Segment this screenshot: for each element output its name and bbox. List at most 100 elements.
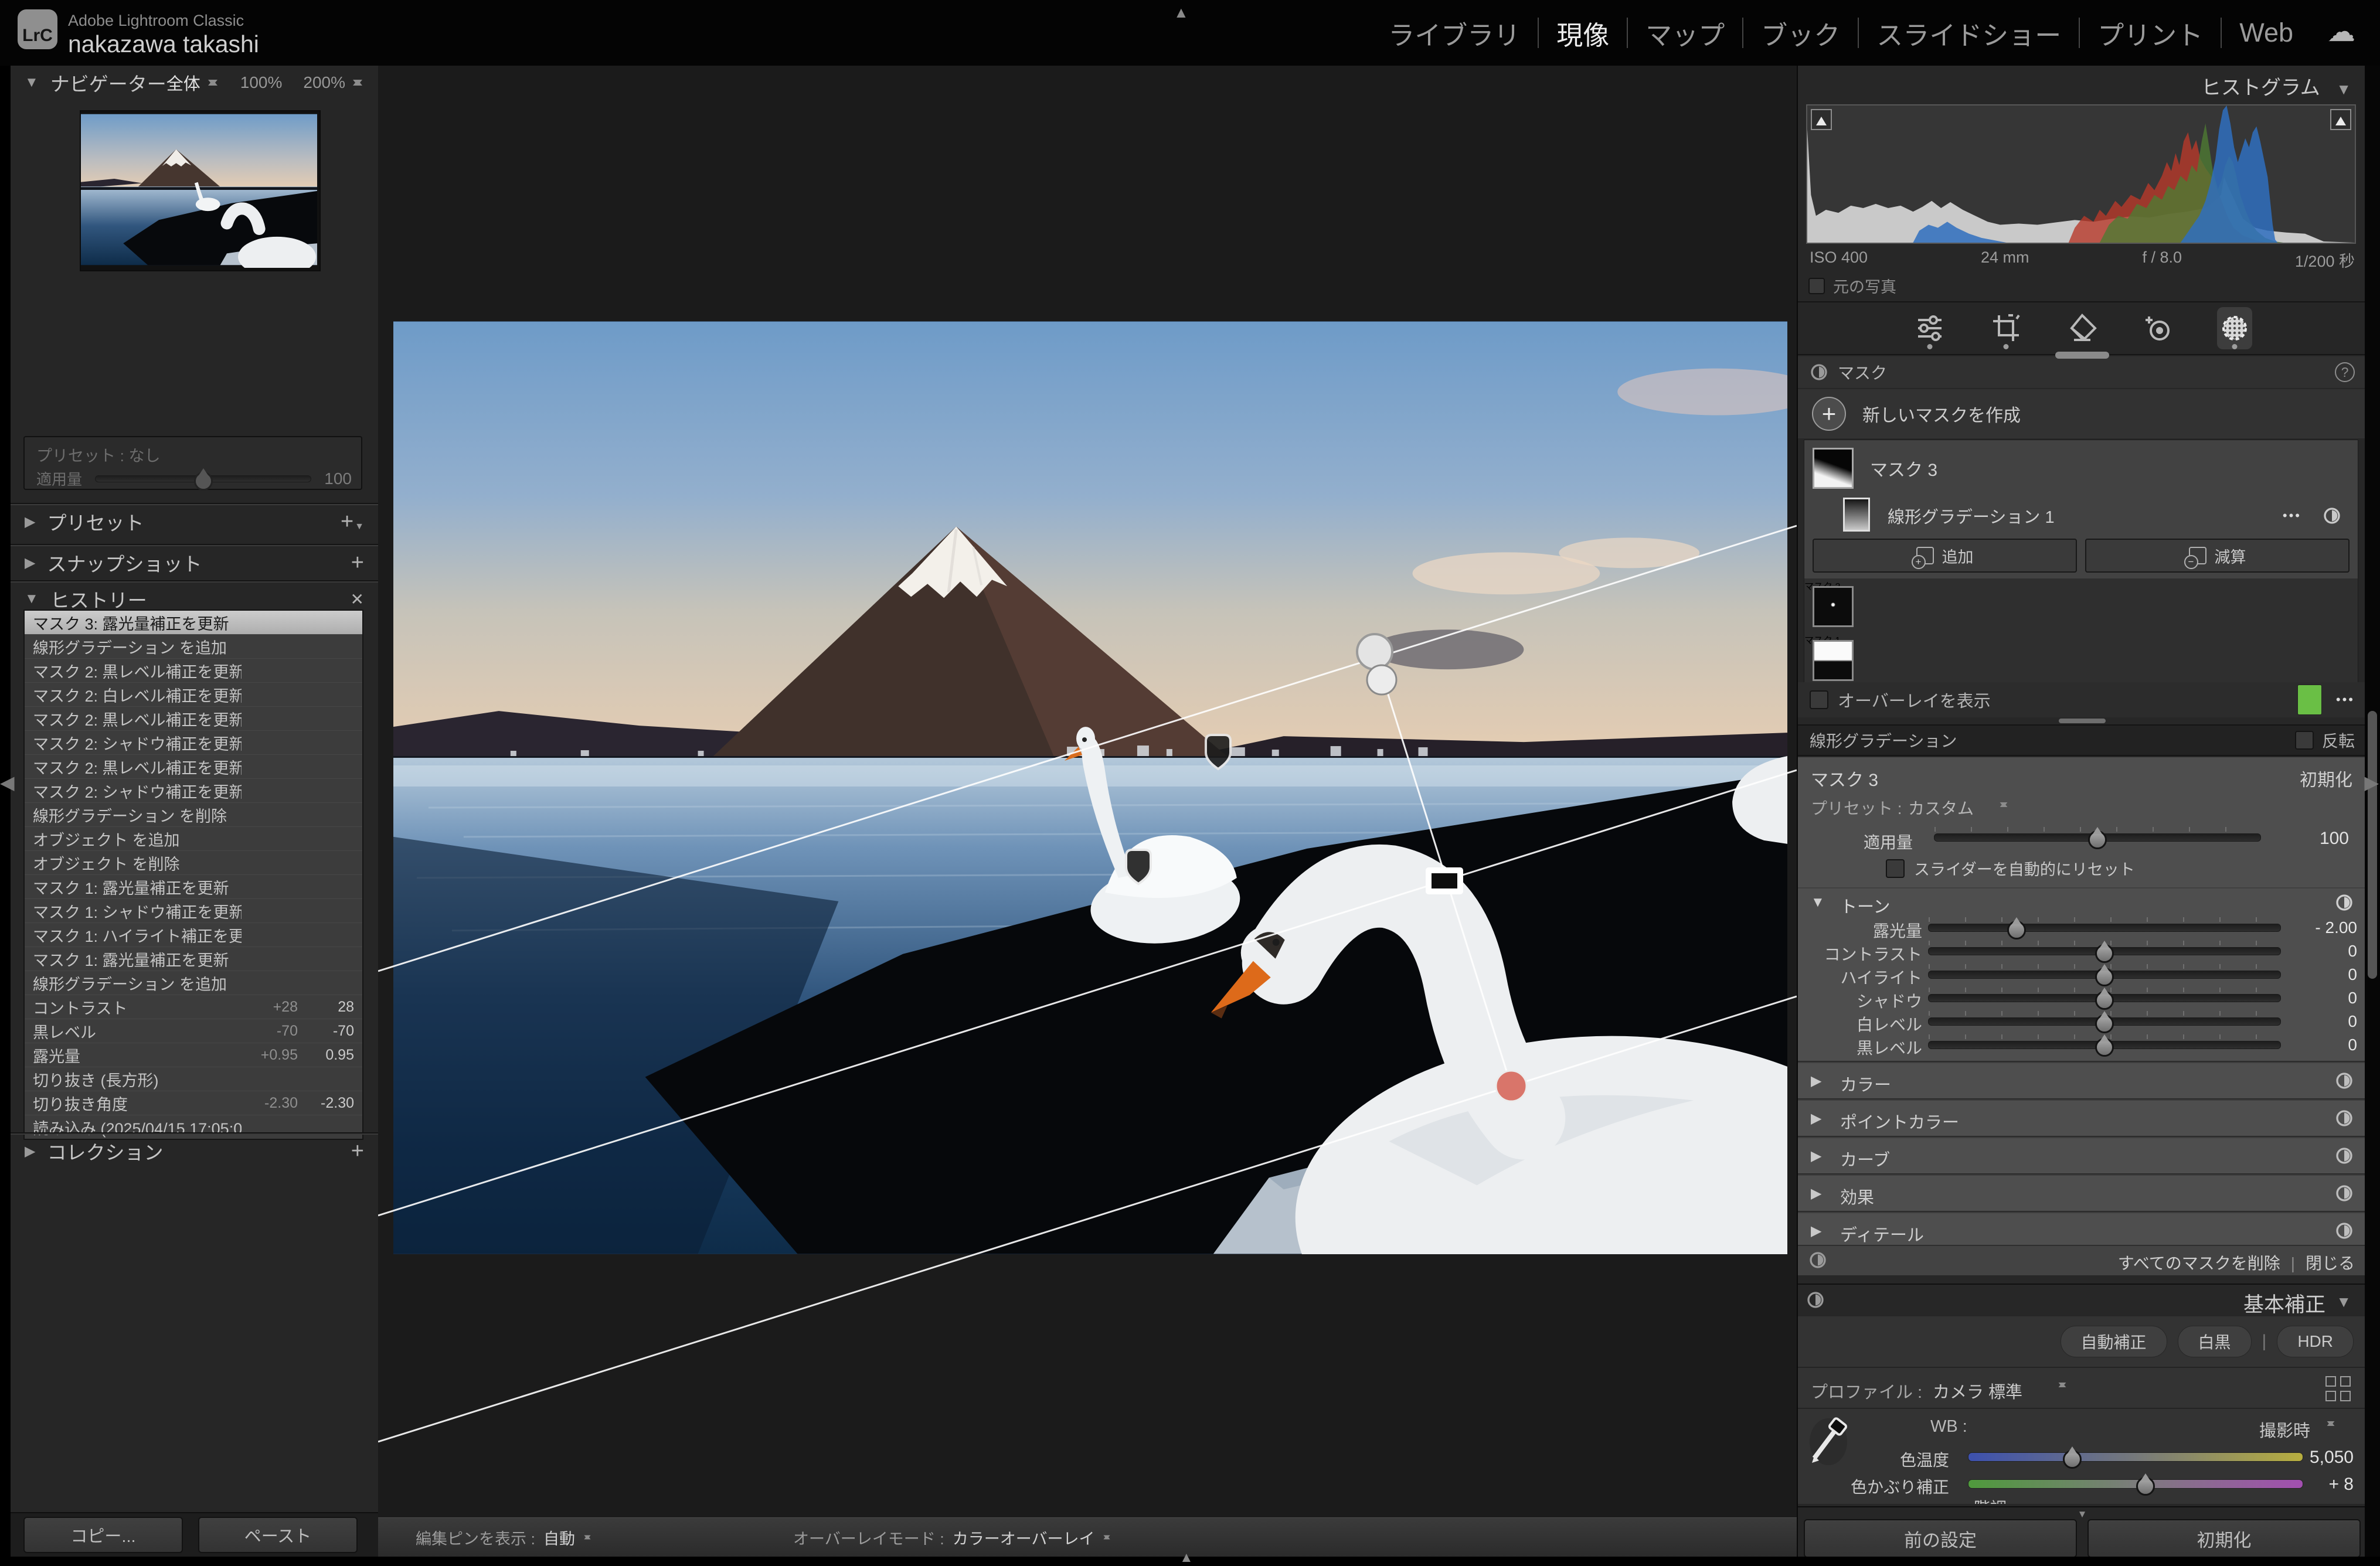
- history-item[interactable]: マスク 1: シャドウ補正を更新: [25, 899, 362, 923]
- temp-slider-track[interactable]: [1968, 1452, 2303, 1462]
- amount-slider-thumb[interactable]: [194, 472, 213, 491]
- history-item[interactable]: 切り抜き角度 -2.30 -2.30: [25, 1091, 362, 1115]
- history-item[interactable]: マスク 1: 露光量補正を更新: [25, 875, 362, 899]
- mask-amount-slider-track[interactable]: [1934, 833, 2261, 842]
- right-scrollbar[interactable]: [2365, 66, 2380, 1557]
- add-preset-button[interactable]: +: [341, 509, 353, 535]
- close-mask-button[interactable]: 閉じる: [2306, 1254, 2355, 1272]
- hdr-button[interactable]: HDR: [2277, 1326, 2354, 1357]
- expand-icon[interactable]: ▶: [1811, 1073, 1821, 1090]
- mask-reset-button[interactable]: 初期化: [2300, 765, 2352, 791]
- add-snapshot-button[interactable]: +: [351, 550, 364, 576]
- collapsed-section-header[interactable]: ▶ カラー: [1798, 1062, 2367, 1099]
- stepper-icon[interactable]: [206, 74, 219, 91]
- tint-slider-thumb[interactable]: [2136, 1477, 2155, 1496]
- mask-help-icon[interactable]: ?: [2335, 362, 2355, 382]
- invert-checkbox[interactable]: [2295, 731, 2314, 750]
- expand-icon[interactable]: ▶: [25, 513, 35, 530]
- show-edit-pins-value[interactable]: 自動: [543, 1526, 575, 1549]
- create-mask-plus-icon[interactable]: +: [1812, 397, 1846, 431]
- profile-browser-icon[interactable]: [2325, 1376, 2351, 1402]
- original-photo-checkbox[interactable]: [1808, 278, 1825, 294]
- history-item[interactable]: マスク 2: 黒レベル補正を更新: [25, 707, 362, 731]
- overlay-color-swatch[interactable]: [2297, 685, 2322, 715]
- highlight-clipping-indicator[interactable]: [2330, 109, 2351, 130]
- tint-slider-track[interactable]: [1968, 1479, 2303, 1489]
- stepper-icon[interactable]: [1998, 798, 2009, 812]
- module-tab[interactable]: ブック: [1742, 18, 1858, 48]
- navigator-preview[interactable]: [80, 110, 321, 271]
- stepper-icon[interactable]: [1103, 1531, 1111, 1544]
- section-eye-icon[interactable]: [2335, 1146, 2354, 1165]
- history-item[interactable]: オブジェクト を追加: [25, 827, 362, 851]
- cloud-sync-icon[interactable]: ☁: [2327, 15, 2355, 48]
- profile-value[interactable]: カメラ 標準: [1933, 1378, 2022, 1403]
- collapse-left-panel-arrow-icon[interactable]: ◀: [0, 771, 15, 794]
- navigator-fit-option[interactable]: 全体: [166, 70, 200, 95]
- reset-button[interactable]: 初期化: [2087, 1519, 2361, 1558]
- temp-slider-thumb[interactable]: [2063, 1450, 2082, 1469]
- show-overlay-checkbox[interactable]: [1810, 690, 1828, 709]
- histogram[interactable]: [1806, 104, 2356, 244]
- black-white-button[interactable]: 白黒: [2178, 1326, 2252, 1357]
- auto-tone-button[interactable]: 自動補正: [2061, 1326, 2167, 1357]
- mask-2-row[interactable]: マスク 2: [1804, 578, 2358, 632]
- history-item[interactable]: マスク 2: 白レベル補正を更新: [25, 683, 362, 707]
- photo-mount-fuji-swans[interactable]: [393, 321, 1787, 1254]
- history-item[interactable]: マスク 2: 黒レベル補正を更新: [25, 755, 362, 779]
- slider-thumb[interactable]: [2007, 921, 2026, 939]
- slider-track[interactable]: [1928, 1017, 2281, 1026]
- expand-icon[interactable]: ▶: [1811, 1223, 1821, 1240]
- mask-subtract-button[interactable]: − 減算: [2085, 539, 2350, 573]
- stepper-icon[interactable]: [2325, 1417, 2336, 1431]
- mask-panel-eye-icon[interactable]: [1810, 363, 1828, 382]
- red-eye-tool[interactable]: [2141, 307, 2176, 349]
- stepper-icon[interactable]: [583, 1531, 591, 1544]
- expand-icon[interactable]: ▶: [1811, 1185, 1821, 1202]
- more-options-icon[interactable]: •••: [2283, 508, 2301, 523]
- mask-1-thumbnail[interactable]: [1813, 640, 1854, 681]
- overlay-options-icon[interactable]: •••: [2336, 692, 2355, 707]
- wb-value[interactable]: 撮影時: [2259, 1417, 2310, 1442]
- add-collection-button[interactable]: +: [351, 1139, 364, 1164]
- history-item[interactable]: マスク 2: シャドウ補正を更新: [25, 731, 362, 755]
- module-tab[interactable]: マップ: [1627, 18, 1742, 48]
- expand-icon[interactable]: ▶: [1811, 1148, 1821, 1165]
- tone-eye-icon[interactable]: [2335, 893, 2354, 912]
- section-eye-icon[interactable]: [2335, 1184, 2354, 1203]
- add-preset-menu-icon[interactable]: ▼: [355, 522, 364, 532]
- history-item[interactable]: コントラスト +28 28: [25, 995, 362, 1019]
- collections-panel-header[interactable]: ▶ コレクション +: [11, 1133, 378, 1167]
- module-tab[interactable]: プリント: [2079, 18, 2221, 48]
- module-tab[interactable]: スライドショー: [1858, 18, 2079, 48]
- collapse-icon[interactable]: ▼: [25, 74, 39, 91]
- presets-panel-header[interactable]: ▶ プリセット + ▼: [11, 504, 378, 538]
- masking-tool[interactable]: [2217, 307, 2252, 349]
- panel-drag-hand2le[interactable]: [2059, 719, 2106, 723]
- slider-track[interactable]: [1928, 947, 2281, 955]
- mask-3-thumbnail[interactable]: [1813, 448, 1854, 489]
- stepper-icon[interactable]: [2057, 1378, 2068, 1392]
- history-item[interactable]: マスク 1: ハイライト補正を更新: [25, 923, 362, 947]
- collapse-top-panel-arrow-icon[interactable]: ▲: [1174, 4, 1189, 22]
- history-item[interactable]: マスク 2: シャドウ補正を更新: [25, 779, 362, 803]
- gradient-eye-icon[interactable]: [2323, 506, 2341, 525]
- expand-icon[interactable]: ▶: [25, 554, 35, 571]
- snapshots-panel-header[interactable]: ▶ スナップショット +: [11, 545, 378, 579]
- collapsed-section-header[interactable]: ▶ ディテール: [1798, 1212, 2367, 1250]
- history-item[interactable]: 線形グラデーション を追加: [25, 635, 362, 659]
- slider-track[interactable]: [1928, 994, 2281, 1002]
- collapsed-section-header[interactable]: ▶ 効果: [1798, 1174, 2367, 1212]
- mask-amount-slider-thumb[interactable]: [2088, 830, 2107, 849]
- amount-slider-track[interactable]: [95, 475, 311, 482]
- mask-add-button[interactable]: + 追加: [1813, 539, 2077, 573]
- module-tab[interactable]: Web: [2221, 18, 2311, 48]
- create-new-mask-row[interactable]: + 新しいマスクを作成: [1798, 389, 2367, 438]
- auto-reset-checkbox[interactable]: [1886, 859, 1905, 878]
- panel-drag-handle[interactable]: [2055, 352, 2109, 359]
- basic-eye-icon[interactable]: [1806, 1291, 1825, 1309]
- expand-filmstrip-arrow-icon[interactable]: ▲: [1179, 1550, 1194, 1566]
- history-item[interactable]: 黒レベル -70 -70: [25, 1019, 362, 1043]
- slider-track[interactable]: [1928, 924, 2281, 932]
- linear-gradient-1-thumbnail[interactable]: [1843, 498, 1870, 532]
